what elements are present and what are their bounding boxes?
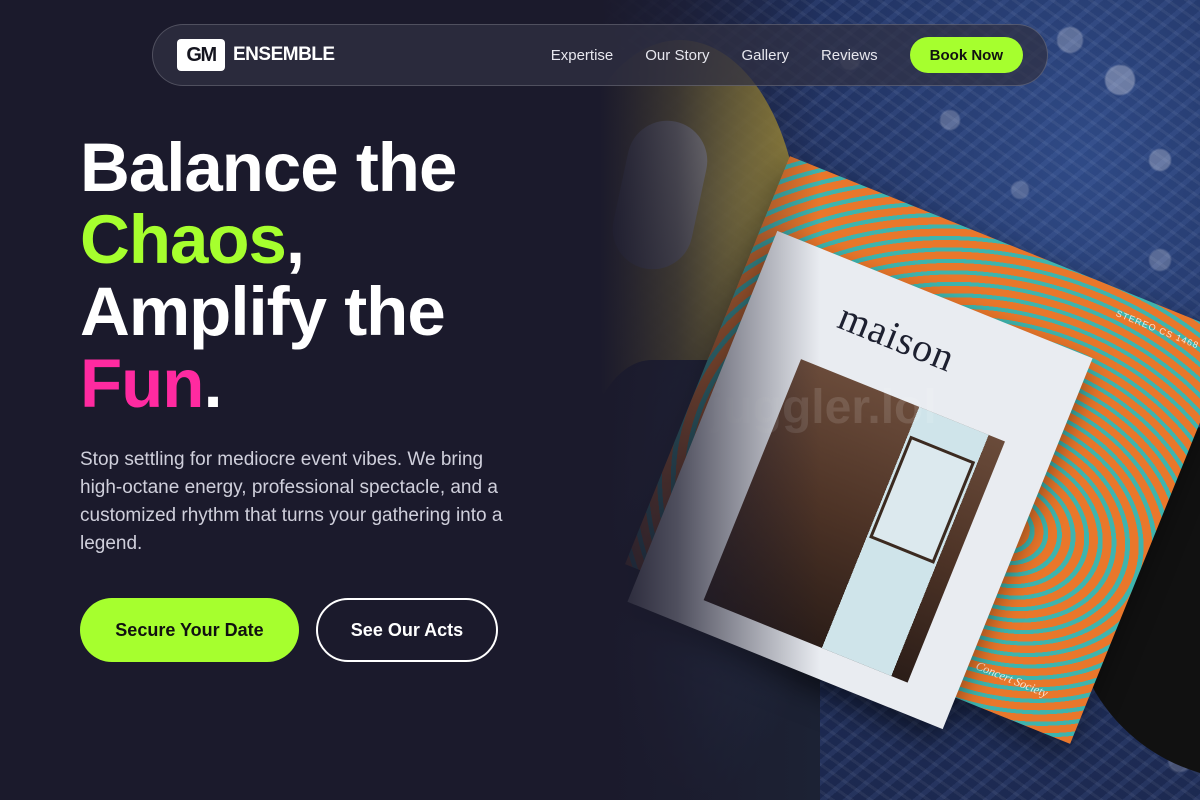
- photo-fade: [600, 0, 820, 800]
- logo-mark: GM: [177, 39, 225, 71]
- hero-description: Stop settling for mediocre event vibes. …: [80, 449, 503, 554]
- sleeve-logo: Concert Society: [973, 658, 1050, 701]
- headline-highlight-fun: Fun: [80, 345, 204, 422]
- book-now-button[interactable]: Book Now: [909, 37, 1023, 73]
- nav-link-gallery[interactable]: Gallery: [741, 47, 789, 64]
- navbar: GM ENSEMBLE Expertise Our Story Gallery …: [152, 24, 1048, 86]
- headline-line-1: Balance the: [80, 129, 457, 206]
- headline-comma: ,: [285, 201, 305, 278]
- secure-your-date-button[interactable]: Secure Your Date: [80, 598, 299, 662]
- magazine-title: maison: [832, 293, 962, 381]
- see-our-acts-button[interactable]: See Our Acts: [316, 598, 498, 662]
- nav-link-our-story[interactable]: Our Story: [645, 47, 709, 64]
- brand-logo[interactable]: GM ENSEMBLE: [177, 39, 335, 71]
- cta-row: Secure Your Date See Our Acts: [80, 598, 600, 662]
- hero-image: STEREO CS 1468 Concert Society maison ju…: [600, 0, 1200, 800]
- hero-section: Balance the Chaos, Amplify the Fun. Stop…: [80, 132, 600, 662]
- headline-highlight-chaos: Chaos: [80, 201, 287, 278]
- headline-period: .: [203, 345, 222, 422]
- headline-line-3: Amplify the: [80, 273, 446, 350]
- nav-link-expertise[interactable]: Expertise: [551, 47, 614, 64]
- brand-name: ENSEMBLE: [233, 44, 335, 65]
- magazine-window: [869, 435, 976, 564]
- nav-links: Expertise Our Story Gallery Reviews Book…: [551, 37, 1023, 73]
- hero-headline: Balance the Chaos, Amplify the Fun.: [80, 132, 600, 420]
- nav-link-reviews[interactable]: Reviews: [821, 47, 878, 64]
